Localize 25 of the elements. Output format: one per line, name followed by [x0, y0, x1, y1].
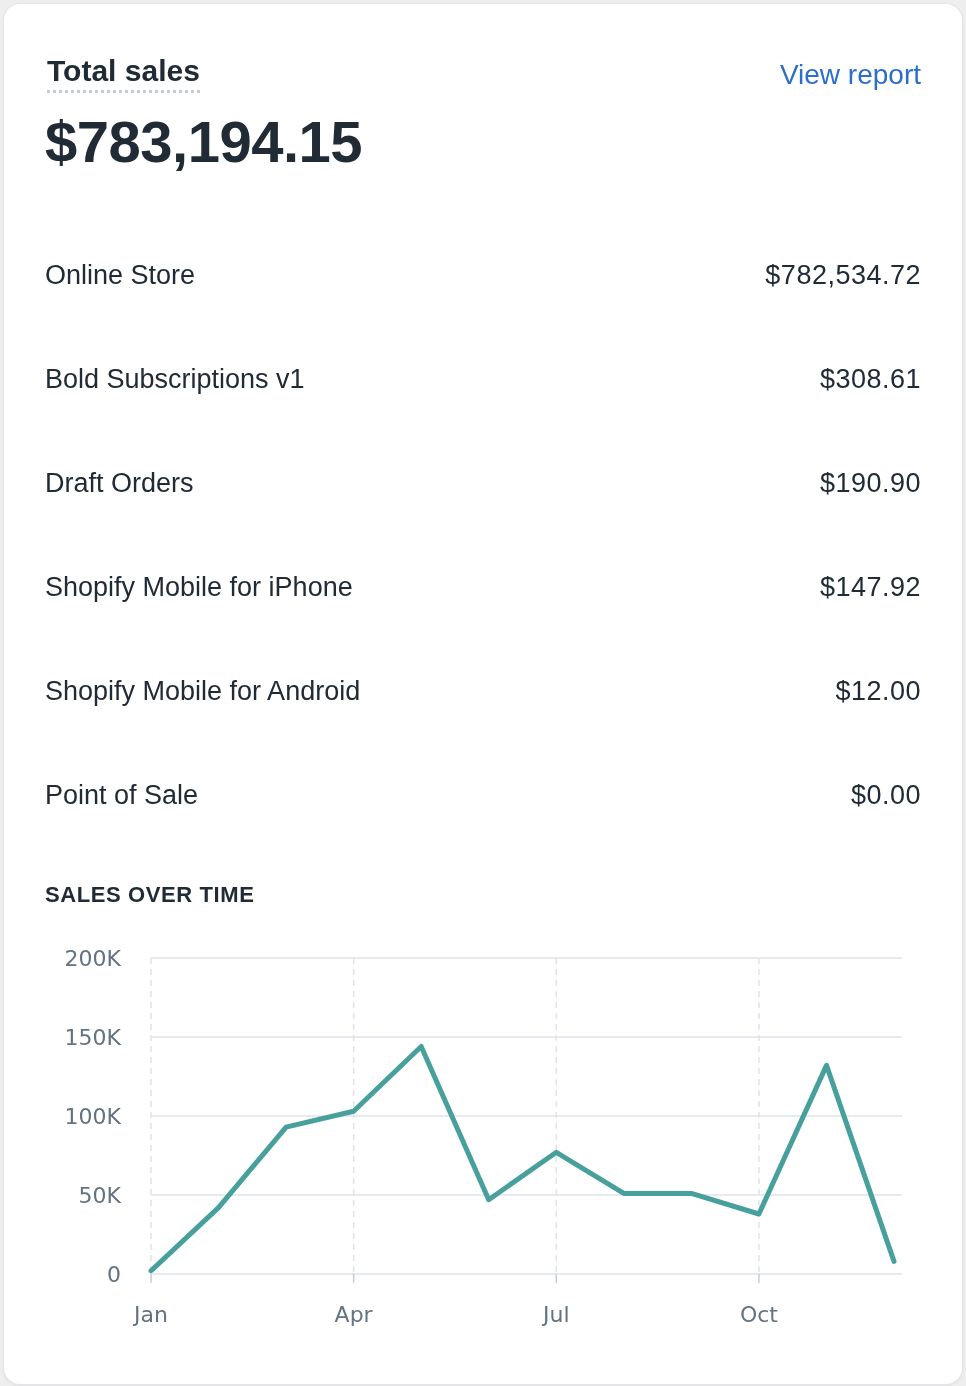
y-axis-label: 150K	[64, 1025, 121, 1050]
channel-amount: $308.61	[819, 363, 921, 395]
x-axis-label: Oct	[739, 1302, 778, 1327]
view-report-link[interactable]: View report	[779, 58, 921, 92]
channel-name: Shopify Mobile for Android	[45, 675, 361, 707]
channel-amount: $0.00	[850, 779, 921, 811]
channel-amount: $782,534.72	[765, 259, 921, 291]
chart-heading: SALES OVER TIME	[45, 881, 255, 909]
channel-name: Online Store	[45, 259, 196, 291]
y-axis-label: 0	[107, 1262, 121, 1287]
card-title: Total sales	[47, 54, 200, 93]
channel-name: Bold Subscriptions v1	[45, 363, 305, 395]
channel-name: Shopify Mobile for iPhone	[45, 571, 353, 603]
total-amount: $783,194.15	[45, 109, 363, 175]
channel-name: Point of Sale	[45, 779, 199, 811]
channel-name: Draft Orders	[45, 467, 194, 499]
x-axis-label: Jul	[543, 1302, 570, 1327]
y-axis-label: 50K	[78, 1183, 121, 1208]
channel-amount: $147.92	[819, 571, 921, 603]
x-axis-label: Apr	[334, 1302, 373, 1327]
x-axis-label: Jan	[134, 1302, 168, 1327]
channel-amount: $12.00	[835, 675, 921, 707]
y-axis-label: 200K	[64, 946, 121, 971]
y-axis-label: 100K	[64, 1104, 121, 1129]
channel-amount: $190.90	[819, 467, 921, 499]
